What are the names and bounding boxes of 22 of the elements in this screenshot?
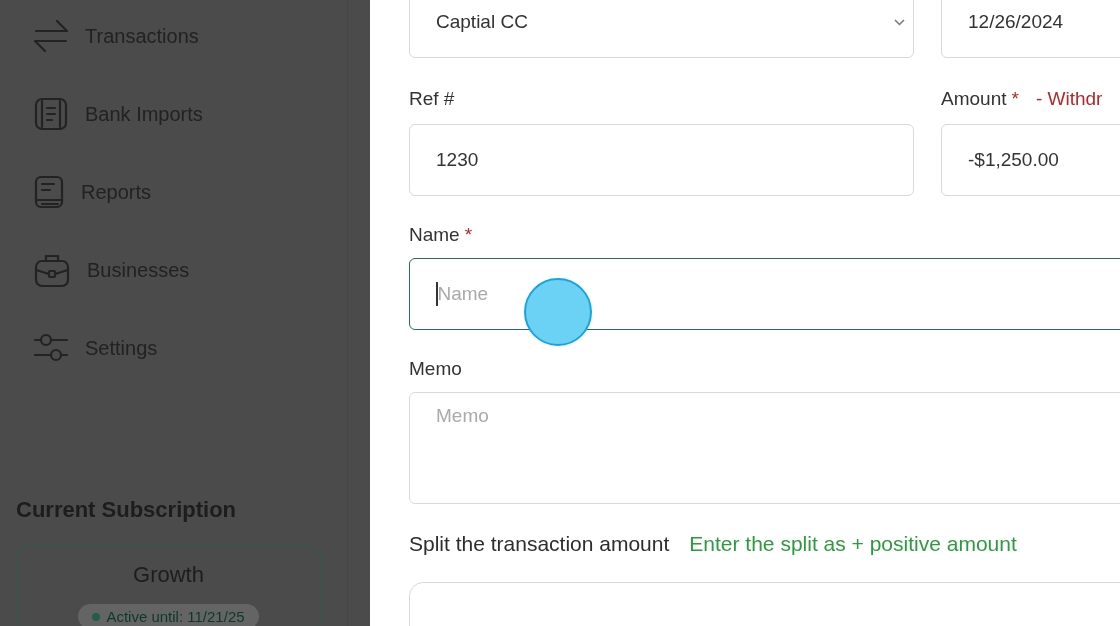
amount-field[interactable]: -$1,250.00 [941,124,1120,196]
ref-field[interactable]: 1230 [409,124,914,196]
settings-icon [34,333,68,363]
split-label: Split the transaction amount [409,532,670,556]
field-label: Memo [409,358,462,380]
date-field[interactable]: 12/26/2024 [941,0,1120,58]
transfer-icon [34,19,68,53]
field-label: Ref # [409,88,455,110]
document-icon [34,97,68,131]
required-mark: * [464,224,473,246]
name-field[interactable]: Name [409,258,1120,330]
required-mark: * [1011,88,1019,110]
split-hint: Enter the split as + positive amount [689,532,1017,556]
field-label: Name [409,224,460,246]
status-badge: Active until: 11/21/25 [78,604,259,626]
memo-field[interactable]: Memo [409,392,1120,504]
chevron-down-icon [894,18,905,26]
withdrawal-note: - Withdr [1035,88,1103,110]
field-label: Amount [941,88,1007,110]
book-icon [34,175,64,209]
account-select[interactable]: Captial CC [409,0,914,58]
briefcase-icon [34,252,70,288]
